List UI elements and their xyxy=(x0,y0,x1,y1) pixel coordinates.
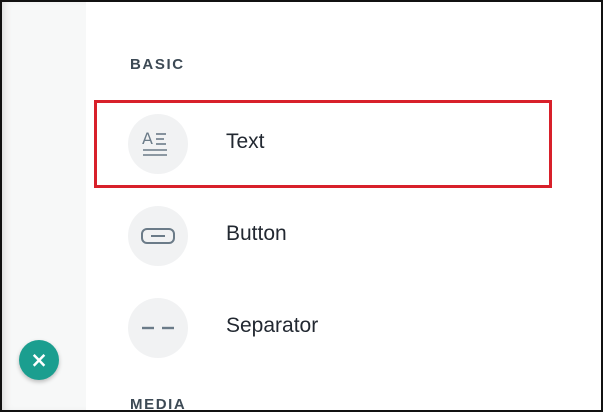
add-element-panel: BASIC A Text Button Separator MEDIA xyxy=(88,2,601,410)
element-item-button[interactable]: Button xyxy=(128,200,548,266)
button-shape-icon xyxy=(128,206,188,266)
section-title-media: MEDIA xyxy=(130,396,187,412)
svg-text:A: A xyxy=(142,129,153,148)
element-item-label: Text xyxy=(226,130,265,153)
close-icon: × xyxy=(30,347,48,372)
text-format-icon: A xyxy=(128,114,188,174)
close-button[interactable]: × xyxy=(19,340,59,380)
element-item-separator[interactable]: Separator xyxy=(128,292,548,358)
element-picker-frame: BASIC A Text Button Separator MEDIA × xyxy=(0,0,603,412)
separator-icon xyxy=(128,298,188,358)
element-item-label: Button xyxy=(226,222,287,245)
section-title-basic: BASIC xyxy=(130,56,185,73)
element-item-label: Separator xyxy=(226,314,319,337)
element-item-text[interactable]: A Text xyxy=(128,108,548,174)
